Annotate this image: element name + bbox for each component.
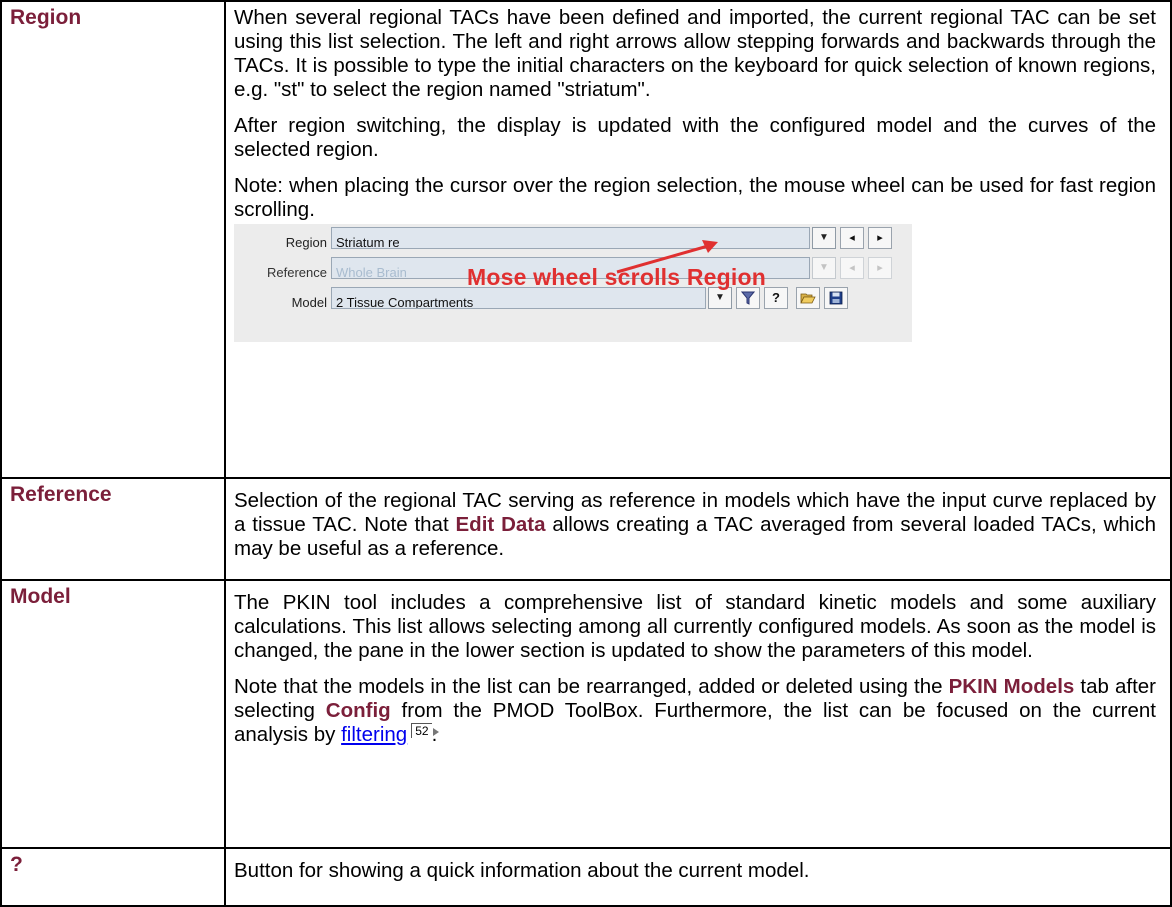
paragraph: When several regional TACs have been def… bbox=[234, 6, 1156, 101]
term-question: ? bbox=[0, 847, 226, 907]
term-model: Model bbox=[0, 579, 226, 849]
keyword-config: Config bbox=[325, 699, 391, 722]
row-model: Model The PKIN tool includes a comprehen… bbox=[0, 579, 1172, 849]
text: Note that the models in the list can be … bbox=[234, 675, 949, 698]
page-reference[interactable]: 52 bbox=[411, 723, 440, 738]
region-selector-screenshot: Region Striatum re ▼ ◂ ▸ Reference Whole bbox=[234, 224, 912, 342]
desc-model: The PKIN tool includes a comprehensive l… bbox=[224, 579, 1172, 849]
desc-reference: Selection of the regional TAC serving as… bbox=[224, 477, 1172, 581]
term-reference: Reference bbox=[0, 477, 226, 581]
paragraph: Selection of the regional TAC serving as… bbox=[234, 489, 1156, 561]
row-question: ? Button for showing a quick information… bbox=[0, 847, 1172, 907]
annotation-text: Mose wheel scrolls Region bbox=[467, 264, 766, 290]
paragraph: After region switching, the display is u… bbox=[234, 114, 1156, 161]
desc-region: When several regional TACs have been def… bbox=[224, 0, 1172, 479]
paragraph: Note that the models in the list can be … bbox=[234, 675, 1156, 747]
keyword-edit-data: Edit Data bbox=[455, 513, 546, 536]
filtering-link[interactable]: filtering bbox=[341, 723, 407, 746]
row-reference: Reference Selection of the regional TAC … bbox=[0, 477, 1172, 581]
keyword-pkin-models: PKIN Models bbox=[948, 675, 1075, 698]
paragraph: Note: when placing the cursor over the r… bbox=[234, 174, 1156, 221]
row-region: Region When several regional TACs have b… bbox=[0, 0, 1172, 479]
term-region: Region bbox=[0, 0, 226, 479]
definition-table: Region When several regional TACs have b… bbox=[0, 0, 1172, 907]
desc-question: Button for showing a quick information a… bbox=[224, 847, 1172, 907]
paragraph: The PKIN tool includes a comprehensive l… bbox=[234, 591, 1156, 662]
